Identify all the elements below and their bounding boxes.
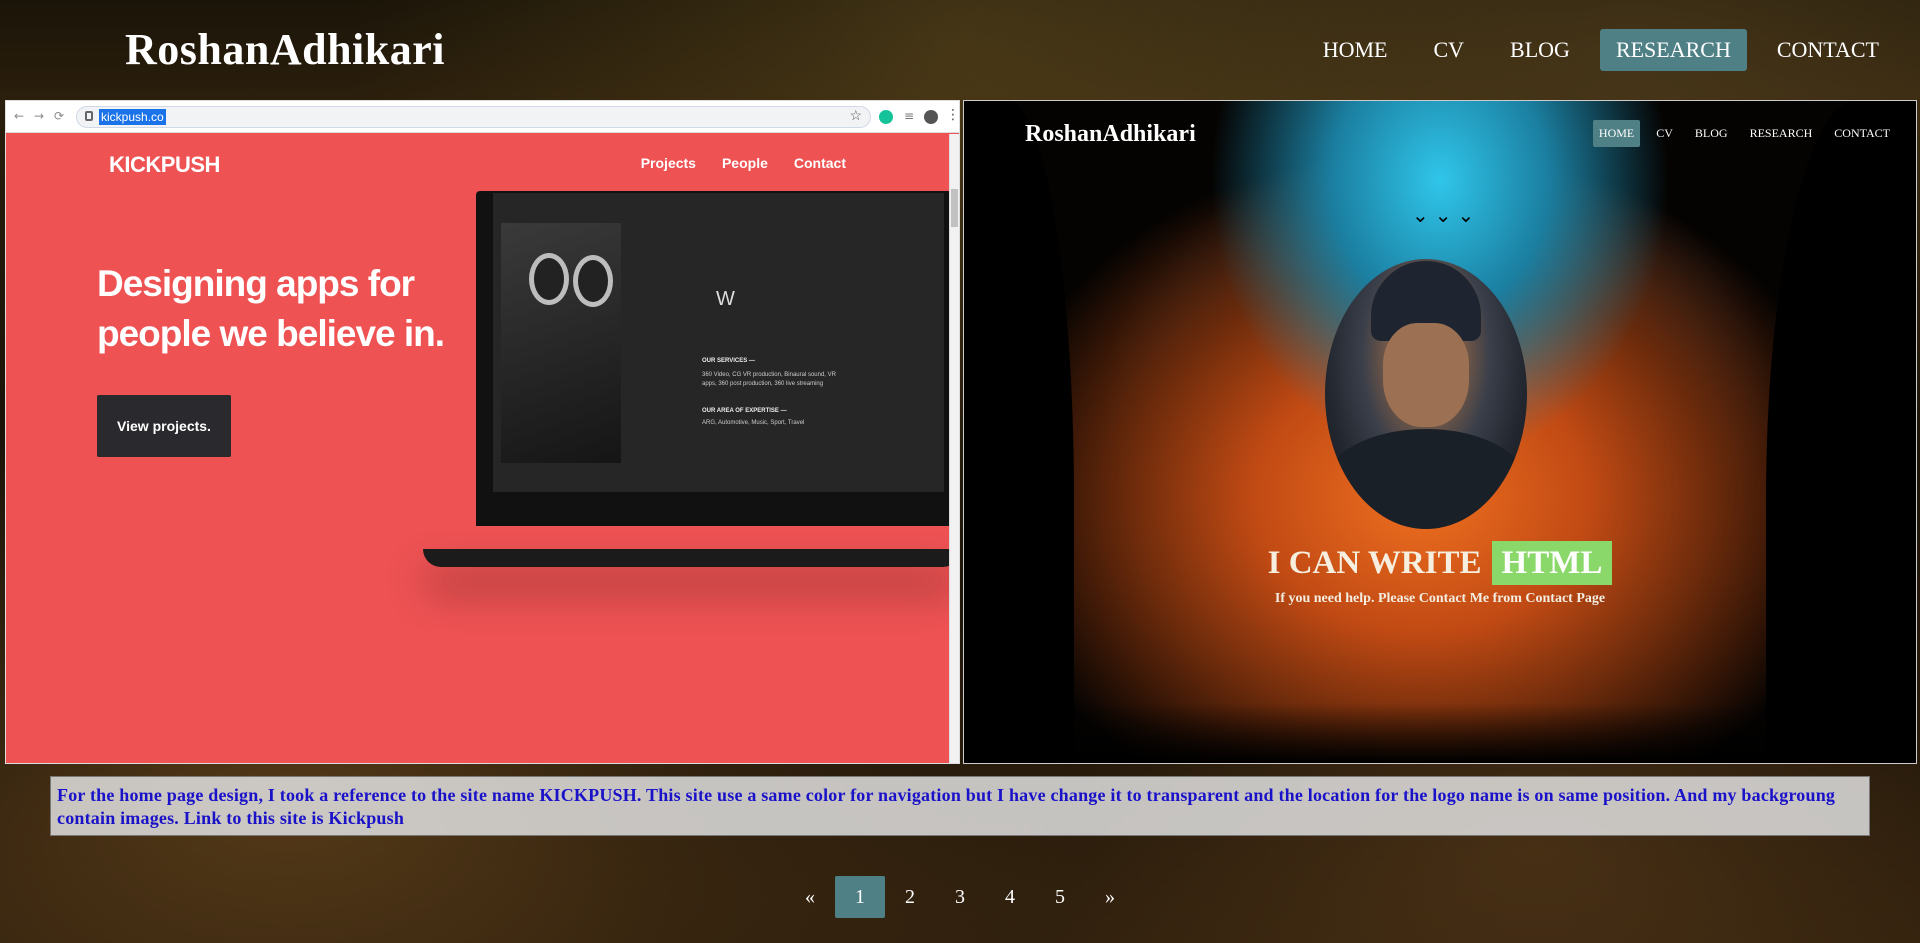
pagination-page-3[interactable]: 3	[935, 876, 985, 918]
laptop-base	[423, 549, 959, 567]
nav-cv[interactable]: CV	[1417, 29, 1480, 71]
kickpush-v-logo: W	[716, 288, 735, 310]
kickpush-headline: Designing apps for people we believe in.	[97, 263, 445, 354]
pagination-page-4[interactable]: 4	[985, 876, 1035, 918]
lock-icon	[85, 111, 93, 121]
site-header: RoshanAdhikari HOME CV BLOG RESEARCH CON…	[0, 0, 1920, 100]
star-icon: ☆	[849, 109, 862, 124]
back-icon: ←	[14, 109, 25, 123]
grammarly-icon	[879, 110, 893, 124]
main-nav: HOME CV BLOG RESEARCH CONTACT	[1293, 29, 1895, 71]
jacket	[1325, 429, 1527, 529]
preview-logo: RoshanAdhikari	[1025, 121, 1196, 147]
scrollbar	[949, 134, 959, 763]
face	[1383, 323, 1469, 427]
preview-nav-contact: CONTACT	[1834, 126, 1890, 140]
address-bar: kickpush.co ☆	[76, 106, 871, 128]
nav-home[interactable]: HOME	[1307, 29, 1404, 71]
write-highlight: HTML	[1491, 541, 1613, 585]
services-text: 360 Video, CG VR production, Binaural so…	[702, 372, 836, 387]
camera-lens	[573, 255, 613, 307]
pagination-next[interactable]: »	[1085, 876, 1135, 918]
preview-nav: HOME CV BLOG RESEARCH CONTACT	[1592, 120, 1896, 147]
preview-nav-cv: CV	[1656, 126, 1673, 140]
laptop-screen: W OUR SERVICES — 360 Video, CG VR produc…	[493, 193, 944, 492]
kickpush-nav-projects: Projects	[640, 155, 696, 171]
services-title: OUR SERVICES —	[702, 358, 755, 364]
nav-blog[interactable]: BLOG	[1494, 29, 1586, 71]
kickpush-header: KICKPUSH Projects People Contact	[6, 134, 956, 192]
address-url: kickpush.co	[99, 109, 166, 125]
personal-site-screenshot: RoshanAdhikari HOME CV BLOG RESEARCH CON…	[963, 100, 1917, 764]
description-text: For the home page design, I took a refer…	[57, 785, 1836, 828]
description-box: For the home page design, I took a refer…	[50, 776, 1870, 836]
profile-icon	[924, 110, 938, 124]
laptop-image: W OUR SERVICES — 360 Video, CG VR produc…	[476, 191, 956, 526]
preview-nav-research: RESEARCH	[1749, 126, 1813, 140]
birds-icon: ⌄⌄⌄	[1412, 205, 1481, 227]
extension-icon: ≡	[904, 109, 915, 123]
preview-subtitle: If you need help. Please Contact Me from…	[1274, 591, 1606, 606]
scroll-thumb	[951, 189, 958, 227]
camera-lens	[529, 253, 569, 305]
pagination-page-2[interactable]: 2	[885, 876, 935, 918]
expertise-text: ARG, Automotive, Music, Sport, Travel	[702, 420, 805, 426]
camera-image	[501, 223, 621, 463]
browser-toolbar: ← → ⟳ kickpush.co ☆ ≡ ⋮	[6, 101, 959, 133]
forward-icon: →	[34, 109, 45, 123]
expertise-title: OUR AREA OF EXPERTISE —	[702, 408, 787, 414]
write-prefix: I CAN WRITE	[1267, 544, 1482, 581]
nav-research[interactable]: RESEARCH	[1599, 29, 1747, 71]
preview-nav-blog: BLOG	[1694, 126, 1728, 140]
ground-shadow	[964, 703, 1916, 763]
preview-nav-home: HOME	[1592, 120, 1641, 147]
pagination: « 1 2 3 4 5 »	[0, 876, 1920, 918]
pagination-page-1[interactable]: 1	[835, 876, 885, 918]
nav-contact[interactable]: CONTACT	[1761, 29, 1895, 71]
pagination-prev[interactable]: «	[785, 876, 835, 918]
pagination-page-5[interactable]: 5	[1035, 876, 1085, 918]
kickpush-screenshot: ← → ⟳ kickpush.co ☆ ≡ ⋮ KICKPUSH Project…	[5, 100, 960, 764]
kickpush-logo: KICKPUSH	[109, 152, 220, 177]
i-can-write-heading: I CAN WRITE HTML	[964, 541, 1916, 585]
reload-icon: ⟳	[54, 109, 65, 123]
kickpush-nav-contact: Contact	[793, 155, 846, 171]
kickpush-nav: Projects People Contact	[641, 155, 846, 171]
profile-photo	[1325, 259, 1527, 529]
site-logo[interactable]: RoshanAdhikari	[125, 24, 445, 75]
kickpush-view-projects-button: View projects.	[97, 395, 231, 457]
menu-icon: ⋮	[946, 107, 960, 123]
kickpush-nav-people: People	[721, 155, 768, 171]
